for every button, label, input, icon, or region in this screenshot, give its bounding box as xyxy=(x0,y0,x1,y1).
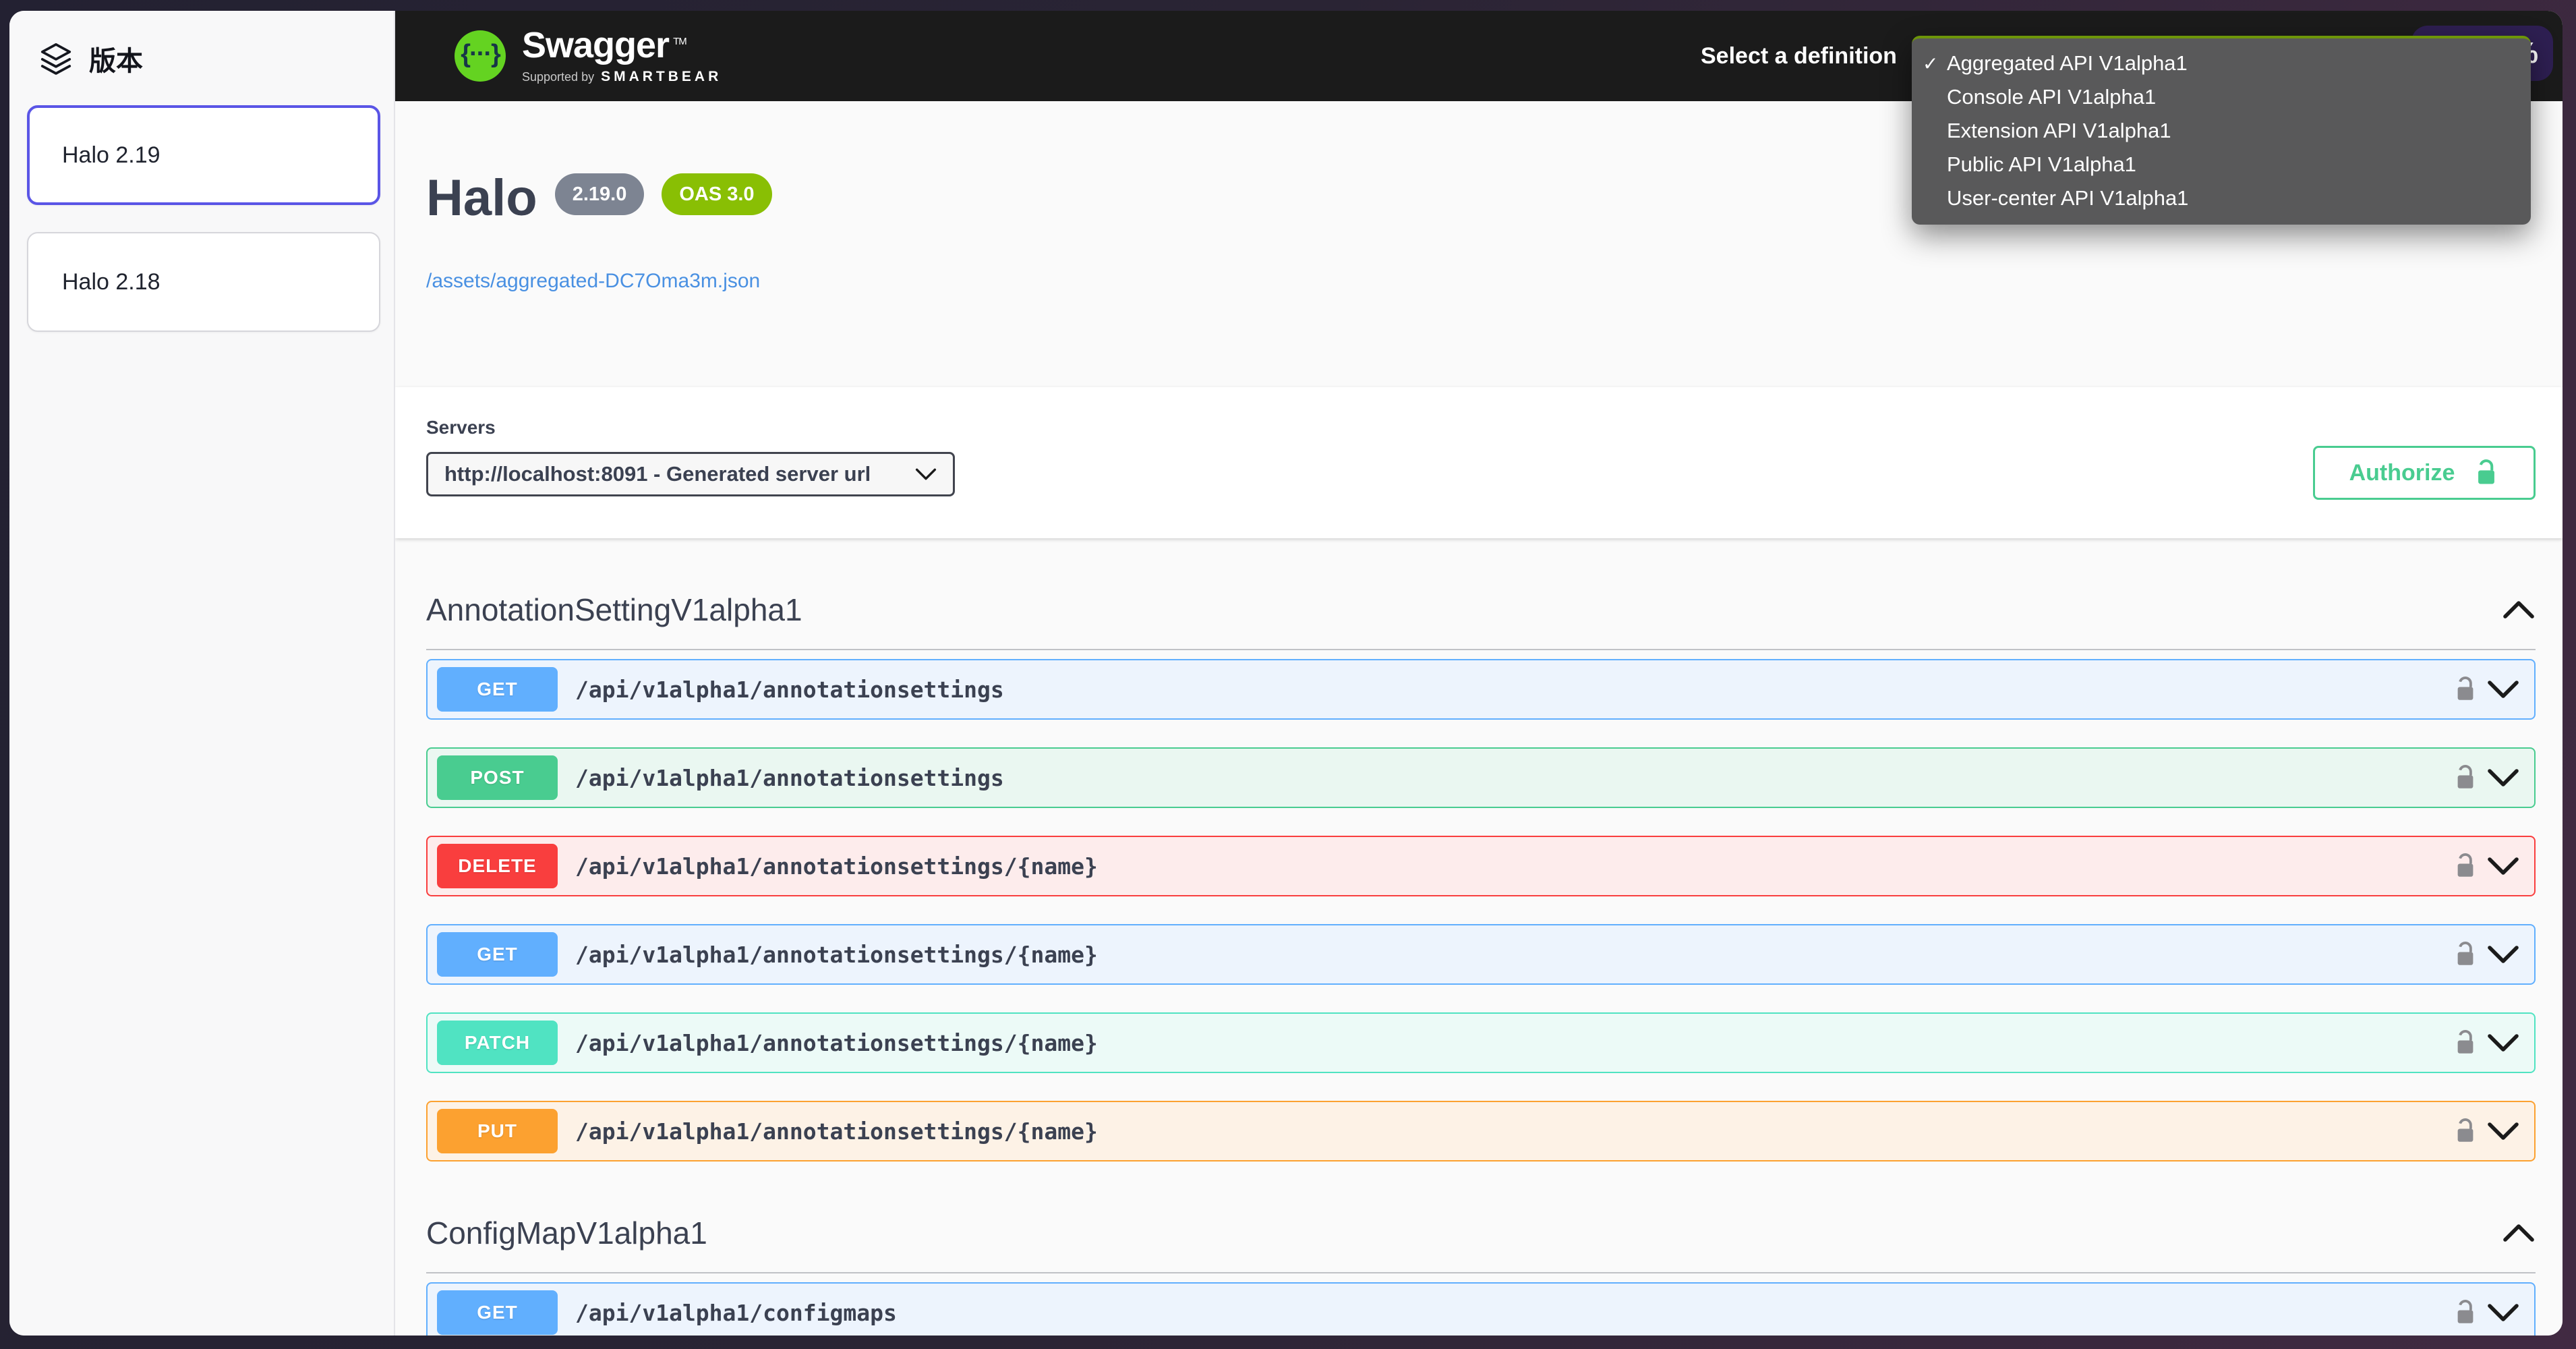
chevron-down-icon[interactable] xyxy=(2487,768,2519,787)
operation-controls xyxy=(2453,675,2519,704)
authorize-button[interactable]: Authorize xyxy=(2313,446,2536,500)
version-card[interactable]: Halo 2.18 xyxy=(27,232,380,332)
version-card[interactable]: Halo 2.19 xyxy=(27,105,380,205)
unlocked-padlock-icon[interactable] xyxy=(2453,1117,2478,1145)
swagger-content: Halo 2.19.0 OAS 3.0 /assets/aggregated-D… xyxy=(395,101,2563,1336)
swagger-logo-link[interactable]: {···} SwaggerTM Supported bySMARTBEAR xyxy=(455,27,722,85)
operation-path: /api/v1alpha1/configmaps xyxy=(575,1300,897,1326)
chevron-down-icon[interactable] xyxy=(2487,1033,2519,1052)
operation-row[interactable]: GET /api/v1alpha1/annotationsettings/{na… xyxy=(426,924,2536,985)
swagger-braces-glyph: {···} xyxy=(461,40,500,69)
operation-row[interactable]: GET /api/v1alpha1/configmaps xyxy=(426,1282,2536,1336)
topbar: {···} SwaggerTM Supported bySMARTBEAR Se… xyxy=(395,11,2563,101)
operation-row[interactable]: PUT /api/v1alpha1/annotationsettings/{na… xyxy=(426,1101,2536,1161)
chevron-down-icon[interactable] xyxy=(2487,857,2519,876)
main-area: {···} SwaggerTM Supported bySMARTBEAR Se… xyxy=(395,11,2563,1336)
definition-option[interactable]: Extension API V1alpha1 xyxy=(1912,114,2531,148)
operation-path: /api/v1alpha1/annotationsettings xyxy=(575,765,1004,791)
definition-option-label: Extension API V1alpha1 xyxy=(1947,119,2171,143)
operation-path: /api/v1alpha1/annotationsettings/{name} xyxy=(575,942,1098,968)
servers-select[interactable]: http://localhost:8091 - Generated server… xyxy=(426,452,955,496)
operation-row[interactable]: POST /api/v1alpha1/annotationsettings xyxy=(426,747,2536,808)
definition-option[interactable]: ✓ Aggregated API V1alpha1 xyxy=(1912,47,2531,80)
trademark-mark: TM xyxy=(673,36,686,47)
swagger-wordmark: SwaggerTM xyxy=(522,27,722,63)
chevron-down-icon[interactable] xyxy=(2487,680,2519,699)
method-badge: GET xyxy=(437,932,558,977)
operation-controls xyxy=(2453,1298,2519,1327)
chevron-down-icon[interactable] xyxy=(2487,945,2519,964)
select-definition-label: Select a definition xyxy=(1701,11,1897,101)
spec-link[interactable]: /assets/aggregated-DC7Oma3m.json xyxy=(426,270,760,293)
unlocked-padlock-icon[interactable] xyxy=(2453,852,2478,880)
method-badge: PUT xyxy=(437,1109,558,1153)
servers-block: Servers http://localhost:8091 - Generate… xyxy=(426,417,955,496)
section-divider xyxy=(426,1272,2536,1273)
method-badge: PATCH xyxy=(437,1021,558,1065)
scheme-container: Servers http://localhost:8091 - Generate… xyxy=(395,387,2563,538)
version-badge: 2.19.0 xyxy=(555,173,645,215)
operation-row[interactable]: PATCH /api/v1alpha1/annotationsettings/{… xyxy=(426,1012,2536,1073)
section-title: ConfigMapV1alpha1 xyxy=(426,1215,707,1251)
unlocked-padlock-icon[interactable] xyxy=(2453,675,2478,704)
section-header[interactable]: ConfigMapV1alpha1 xyxy=(426,1209,2536,1257)
definition-option-label: Console API V1alpha1 xyxy=(1947,85,2156,109)
definition-option-label: Aggregated API V1alpha1 xyxy=(1947,51,2188,76)
version-card-label: Halo 2.18 xyxy=(62,269,160,295)
operation-controls xyxy=(2453,940,2519,969)
api-section: AnnotationSettingV1alpha1 GET /api/v1alp… xyxy=(395,585,2563,1161)
definition-option[interactable]: Public API V1alpha1 xyxy=(1912,148,2531,181)
unlocked-padlock-icon[interactable] xyxy=(2453,1029,2478,1057)
section-header[interactable]: AnnotationSettingV1alpha1 xyxy=(426,585,2536,634)
oas-badge: OAS 3.0 xyxy=(662,173,771,215)
servers-label: Servers xyxy=(426,417,955,438)
sidebar-header: 版本 xyxy=(9,11,394,78)
sidebar-title: 版本 xyxy=(89,39,143,78)
api-section: ConfigMapV1alpha1 GET /api/v1alpha1/conf… xyxy=(395,1209,2563,1336)
unlocked-padlock-icon[interactable] xyxy=(2453,764,2478,792)
method-badge: GET xyxy=(437,667,558,712)
operation-path: /api/v1alpha1/annotationsettings/{name} xyxy=(575,1118,1098,1145)
api-title: Halo xyxy=(426,171,537,225)
operation-controls xyxy=(2453,852,2519,880)
version-sidebar: 版本 Halo 2.19 Halo 2.18 xyxy=(9,11,395,1336)
section-title: AnnotationSettingV1alpha1 xyxy=(426,592,802,628)
definition-option[interactable]: User-center API V1alpha1 xyxy=(1912,181,2531,215)
operation-row[interactable]: DELETE /api/v1alpha1/annotationsettings/… xyxy=(426,836,2536,896)
section-divider xyxy=(426,649,2536,650)
operation-path: /api/v1alpha1/annotationsettings/{name} xyxy=(575,1030,1098,1056)
servers-select-value: http://localhost:8091 - Generated server… xyxy=(444,462,871,486)
definition-option-label: Public API V1alpha1 xyxy=(1947,152,2136,177)
chevron-down-icon[interactable] xyxy=(2487,1122,2519,1141)
method-badge: POST xyxy=(437,755,558,800)
definition-option[interactable]: Console API V1alpha1 xyxy=(1912,80,2531,114)
swagger-logo-icon: {···} xyxy=(455,30,506,82)
layers-icon xyxy=(38,40,74,77)
operations-sections: AnnotationSettingV1alpha1 GET /api/v1alp… xyxy=(395,585,2563,1336)
chevron-up-icon[interactable] xyxy=(2502,600,2536,619)
operations-list: GET /api/v1alpha1/configmaps xyxy=(426,1282,2536,1336)
unlocked-padlock-icon[interactable] xyxy=(2453,1298,2478,1327)
method-badge: DELETE xyxy=(437,844,558,888)
operation-path: /api/v1alpha1/annotationsettings/{name} xyxy=(575,853,1098,880)
authorize-label: Authorize xyxy=(2349,460,2455,486)
selected-checkmark: ✓ xyxy=(1923,53,1938,75)
smartbear-tagline: Supported bySMARTBEAR xyxy=(522,69,722,85)
operation-row[interactable]: GET /api/v1alpha1/annotationsettings xyxy=(426,659,2536,720)
operation-controls xyxy=(2453,764,2519,792)
version-card-label: Halo 2.19 xyxy=(62,142,160,169)
operation-path: /api/v1alpha1/annotationsettings xyxy=(575,677,1004,703)
operations-list: GET /api/v1alpha1/annotationsettings POS… xyxy=(426,659,2536,1161)
unlocked-padlock-icon[interactable] xyxy=(2453,940,2478,969)
definition-option-label: User-center API V1alpha1 xyxy=(1947,186,2188,210)
operation-controls xyxy=(2453,1117,2519,1145)
unlocked-padlock-icon xyxy=(2473,458,2499,488)
chevron-down-icon[interactable] xyxy=(2487,1303,2519,1322)
browser-page: 版本 Halo 2.19 Halo 2.18 {···} SwaggerTM S… xyxy=(9,11,2563,1336)
chevron-up-icon[interactable] xyxy=(2502,1224,2536,1242)
definition-dropdown-menu: ✓ Aggregated API V1alpha1 Console API V1… xyxy=(1912,36,2531,225)
operation-controls xyxy=(2453,1029,2519,1057)
chevron-down-icon xyxy=(915,467,937,481)
method-badge: GET xyxy=(437,1290,558,1335)
